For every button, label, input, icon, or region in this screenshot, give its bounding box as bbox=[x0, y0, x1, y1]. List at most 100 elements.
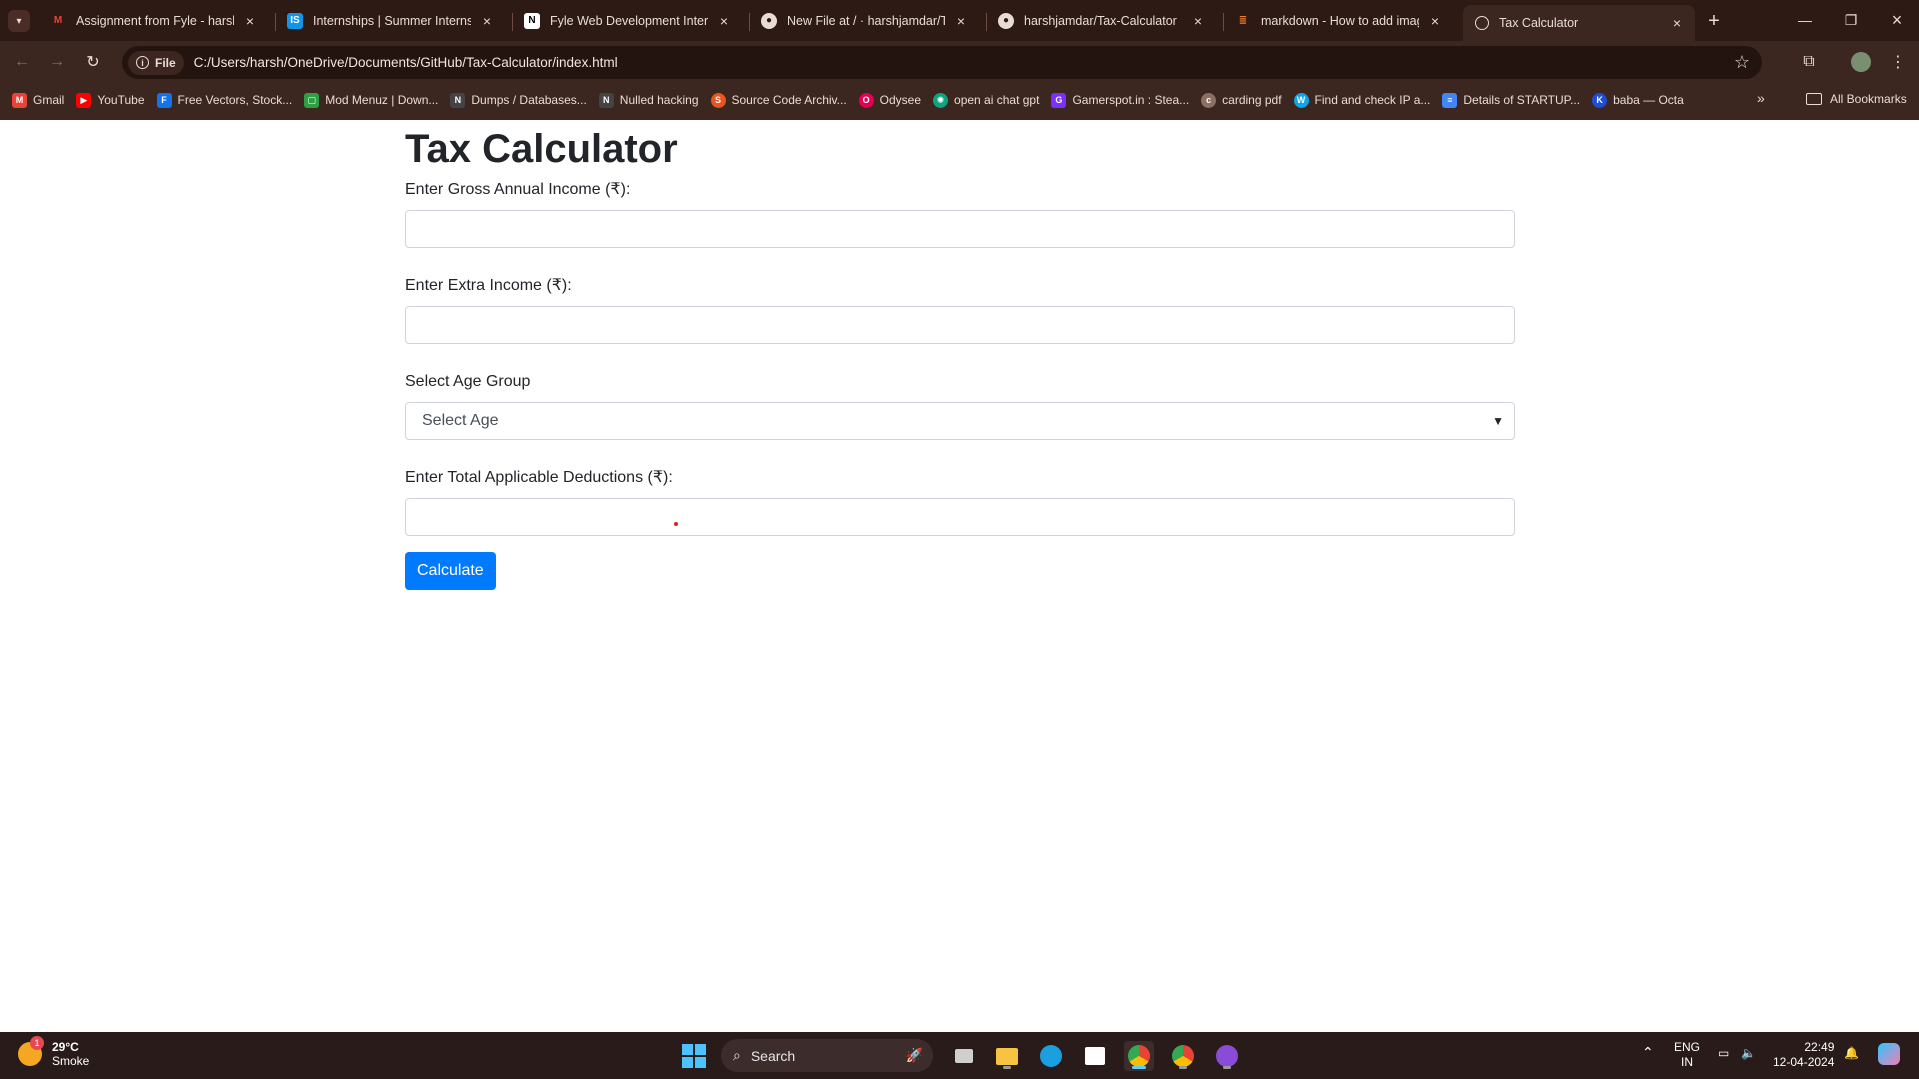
close-icon[interactable]: × bbox=[1669, 15, 1685, 31]
browser-toolbar: ← → ↻ i File C:/Users/harsh/OneDrive/Doc… bbox=[0, 41, 1919, 83]
tab-title: New File at / · harshjamdar/Tax bbox=[787, 13, 945, 28]
bookmark-carding[interactable]: c carding pdf bbox=[1201, 92, 1282, 108]
deductions-input[interactable] bbox=[405, 498, 1515, 536]
volume-icon[interactable]: 🔈 bbox=[1741, 1046, 1756, 1061]
arrow-left-icon: ← bbox=[14, 53, 30, 70]
tab-gmail[interactable]: M Assignment from Fyle - harsh7 × bbox=[38, 4, 268, 37]
chevron-double-right-icon[interactable]: » bbox=[1757, 90, 1765, 106]
bookmark-octa[interactable]: Kbaba — Octa bbox=[1592, 92, 1684, 108]
search-icon: ⌕ bbox=[733, 1047, 741, 1063]
clock[interactable]: 22:49 12-04-2024 bbox=[1773, 1040, 1834, 1070]
store-icon[interactable] bbox=[1080, 1041, 1110, 1071]
tab-search-button[interactable]: ▾ bbox=[8, 10, 30, 32]
all-bookmarks-button[interactable]: All Bookmarks bbox=[1806, 92, 1907, 106]
browser-chrome: ▾ M Assignment from Fyle - harsh7 × IS I… bbox=[0, 0, 1919, 120]
close-icon[interactable]: × bbox=[716, 13, 732, 29]
windows-icon bbox=[682, 1044, 706, 1068]
minimize-button[interactable]: — bbox=[1790, 8, 1820, 32]
bookmark-label: Mod Menuz | Down... bbox=[325, 93, 439, 107]
tab-strip: ▾ M Assignment from Fyle - harsh7 × IS I… bbox=[0, 0, 1919, 41]
gamerspot-icon: G bbox=[1051, 92, 1067, 108]
address-bar[interactable]: i File C:/Users/harsh/OneDrive/Documents… bbox=[122, 46, 1762, 79]
chevron-up-icon[interactable]: ⌃ bbox=[1642, 1045, 1654, 1060]
close-icon[interactable]: × bbox=[1190, 13, 1206, 29]
bookmark-label: Odysee bbox=[879, 93, 922, 107]
bookmark-label: YouTube bbox=[97, 93, 145, 107]
profile-avatar[interactable] bbox=[1849, 50, 1873, 74]
bookmark-modmenuz[interactable]: ▢ Mod Menuz | Down... bbox=[304, 92, 439, 108]
task-view-icon[interactable] bbox=[949, 1041, 979, 1071]
tab-tax-calculator[interactable]: Tax Calculator × bbox=[1463, 5, 1695, 41]
url-text[interactable]: C:/Users/harsh/OneDrive/Documents/GitHub… bbox=[194, 55, 618, 70]
freepik-icon: F bbox=[156, 92, 172, 108]
bookmark-ip-check[interactable]: W Find and check IP a... bbox=[1293, 92, 1430, 108]
start-button[interactable] bbox=[679, 1041, 709, 1071]
globe-icon bbox=[1475, 16, 1489, 30]
reload-button[interactable]: ↻ bbox=[80, 49, 106, 75]
gross-income-input[interactable] bbox=[405, 210, 1515, 248]
age-group-label: Select Age Group bbox=[405, 373, 531, 390]
modmenuz-icon: ▢ bbox=[304, 92, 320, 108]
stackoverflow-icon: ≣ bbox=[1238, 15, 1248, 26]
tab-github-repo[interactable]: ● harshjamdar/Tax-Calculator × bbox=[986, 4, 1216, 37]
site-info-chip[interactable]: i File bbox=[128, 50, 184, 75]
github-desktop-icon[interactable] bbox=[1212, 1041, 1242, 1071]
copilot-icon[interactable] bbox=[1878, 1043, 1900, 1065]
tab-title: Assignment from Fyle - harsh7 bbox=[76, 13, 234, 28]
age-group-select[interactable]: Select Age ▼ bbox=[405, 402, 1515, 440]
taskbar-search[interactable]: ⌕ Search 🚀 bbox=[721, 1039, 933, 1072]
bookmark-startup[interactable]: ≡ Details of STARTUP... bbox=[1442, 92, 1580, 108]
close-icon[interactable]: × bbox=[242, 13, 258, 29]
chrome-icon[interactable] bbox=[1124, 1041, 1154, 1071]
close-icon[interactable]: × bbox=[479, 13, 495, 29]
extra-income-input[interactable] bbox=[405, 306, 1515, 344]
notion-icon: N bbox=[524, 12, 540, 29]
close-icon[interactable]: × bbox=[1427, 13, 1443, 29]
chrome-profile-icon[interactable] bbox=[1168, 1041, 1198, 1071]
edge-icon[interactable] bbox=[1036, 1041, 1066, 1071]
bookmark-freepik[interactable]: F Free Vectors, Stock... bbox=[156, 92, 292, 108]
tab-stackoverflow[interactable]: ≣ markdown - How to add image × bbox=[1223, 4, 1453, 37]
back-button[interactable]: ← bbox=[9, 49, 35, 75]
bookmark-chatgpt[interactable]: ✺ open ai chat gpt bbox=[933, 92, 1040, 108]
bookmark-gamerspot[interactable]: G Gamerspot.in : Stea... bbox=[1051, 92, 1189, 108]
gross-income-label: Enter Gross Annual Income (₹): bbox=[405, 181, 631, 198]
tab-internshala[interactable]: IS Internships | Summer Internship × bbox=[275, 4, 505, 37]
calculate-button[interactable]: Calculate bbox=[405, 552, 496, 590]
new-tab-button[interactable]: + bbox=[1702, 9, 1726, 33]
file-explorer-icon[interactable] bbox=[992, 1041, 1022, 1071]
language-line1: ENG bbox=[1674, 1040, 1701, 1054]
info-icon: i bbox=[136, 56, 149, 69]
close-window-button[interactable]: × bbox=[1882, 8, 1912, 32]
nulled-icon: N bbox=[598, 92, 614, 108]
language-indicator[interactable]: ENG IN bbox=[1674, 1040, 1700, 1070]
more-menu-icon[interactable]: ⋮ bbox=[1886, 50, 1910, 74]
age-group-selected: Select Age bbox=[422, 412, 499, 429]
tab-title: harshjamdar/Tax-Calculator bbox=[1024, 13, 1177, 28]
bookmark-label: open ai chat gpt bbox=[954, 93, 1040, 107]
tab-github-newfile[interactable]: ● New File at / · harshjamdar/Tax × bbox=[749, 4, 979, 37]
network-icon[interactable]: ▭ bbox=[1718, 1046, 1729, 1061]
octa-icon: K bbox=[1592, 92, 1608, 108]
bookmark-source-code[interactable]: S Source Code Archiv... bbox=[710, 92, 847, 108]
tab-title: Fyle Web Development Interns bbox=[550, 13, 708, 28]
tab-notion[interactable]: N Fyle Web Development Interns × bbox=[512, 4, 742, 37]
reload-icon: ↻ bbox=[86, 54, 100, 71]
bookmark-dumps[interactable]: N Dumps / Databases... bbox=[450, 92, 587, 108]
forward-button[interactable]: → bbox=[44, 49, 70, 75]
youtube-icon: ▶ bbox=[76, 92, 92, 108]
windows-taskbar: 1 29°C Smoke ⌕ Search 🚀 ⌃ ENG IN ▭ 🔈 22:… bbox=[0, 1032, 1919, 1079]
close-icon[interactable]: × bbox=[953, 13, 969, 29]
weather-widget[interactable]: 1 29°C Smoke bbox=[18, 1036, 89, 1068]
restore-button[interactable]: ❐ bbox=[1836, 8, 1866, 32]
bookmark-nulled[interactable]: N Nulled hacking bbox=[598, 92, 699, 108]
bell-icon[interactable]: 🔔 bbox=[1844, 1046, 1859, 1061]
bookmark-gmail[interactable]: M Gmail bbox=[12, 92, 64, 108]
bookmark-youtube[interactable]: ▶ YouTube bbox=[76, 92, 145, 108]
arrow-right-icon: → bbox=[49, 53, 65, 70]
minimize-icon: — bbox=[1798, 12, 1812, 28]
bookmark-star-icon[interactable]: ☆ bbox=[1734, 52, 1750, 73]
bookmark-odysee[interactable]: O Odysee bbox=[858, 92, 922, 108]
github-icon: ● bbox=[998, 12, 1014, 29]
extensions-icon[interactable]: ⧉ bbox=[1797, 50, 1821, 74]
